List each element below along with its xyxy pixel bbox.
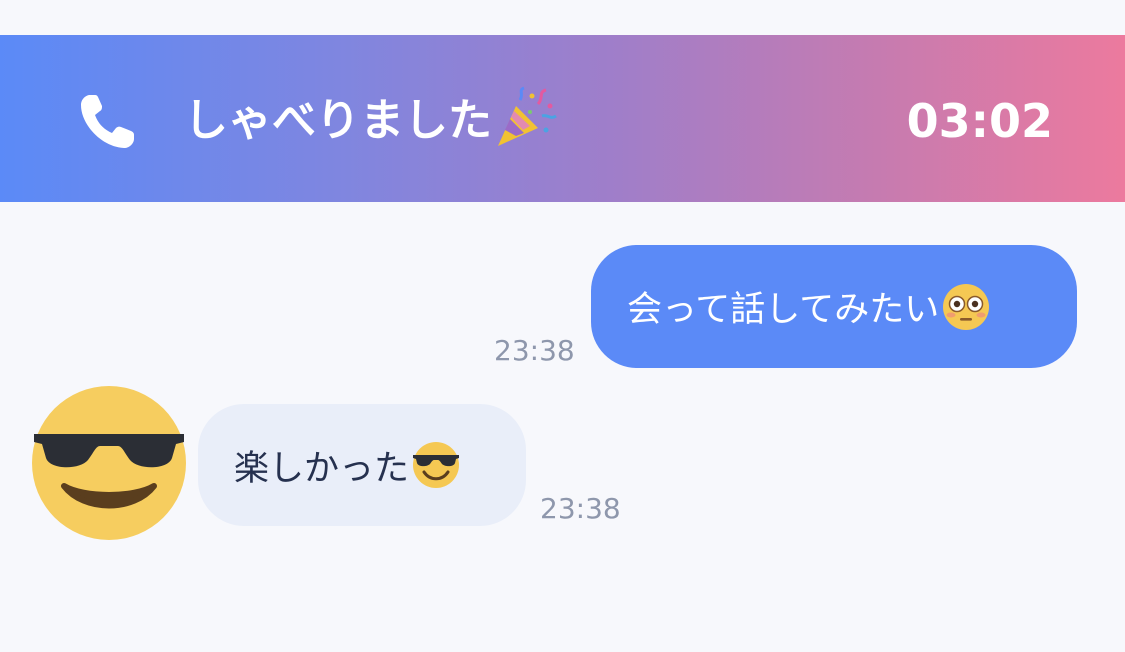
sunglasses-face-avatar[interactable] bbox=[32, 386, 186, 540]
call-status-text: しゃべりました bbox=[184, 95, 492, 146]
smiling-face-with-sunglasses-icon bbox=[413, 442, 460, 488]
party-popper-icon bbox=[498, 86, 557, 146]
incoming-message-bubble[interactable]: 楽しかった bbox=[198, 404, 526, 526]
message-text: 楽しかった bbox=[234, 448, 410, 489]
chat-screen: しゃべりました 03:02 会って話してみたい 23:38 楽しかった 23:3… bbox=[0, 0, 1125, 652]
flushed-face-icon bbox=[943, 283, 990, 330]
outgoing-message-bubble[interactable]: 会って話してみたい bbox=[591, 245, 1077, 368]
call-duration: 03:02 bbox=[906, 94, 1053, 148]
call-status-title: しゃべりました bbox=[184, 86, 558, 155]
message-timestamp: 23:38 bbox=[540, 492, 621, 525]
phone-icon bbox=[81, 95, 134, 148]
message-timestamp: 23:38 bbox=[494, 334, 575, 367]
message-text: 会って話してみたい bbox=[627, 290, 940, 330]
call-ended-banner[interactable]: しゃべりました 03:02 bbox=[0, 35, 1125, 202]
